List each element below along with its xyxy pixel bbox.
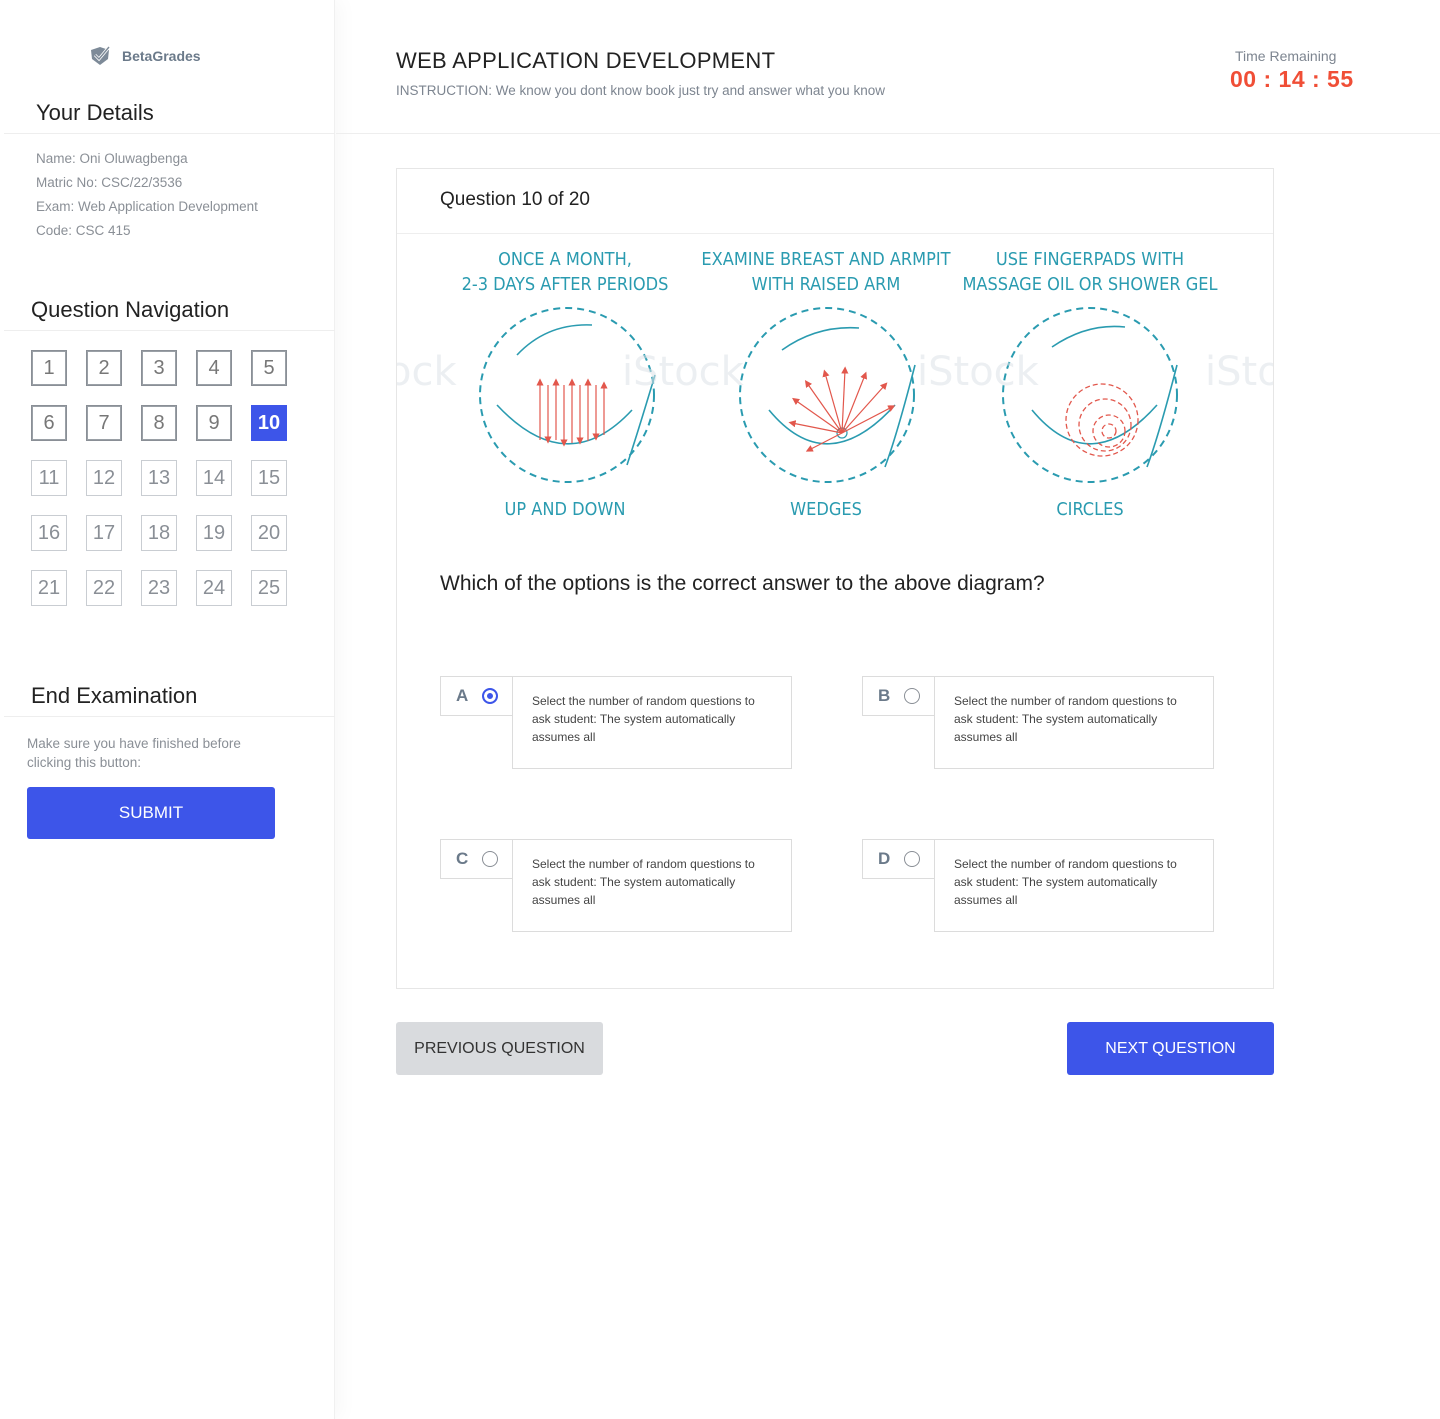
panel-3-caption: CIRCLES (1056, 499, 1123, 520)
option-text[interactable]: Select the number of random questions to… (934, 839, 1214, 932)
question-nav-item-7[interactable]: 7 (86, 405, 122, 441)
student-name: Name: Oni Oluwagbenga (36, 151, 188, 166)
option-text[interactable]: Select the number of random questions to… (512, 839, 792, 932)
question-nav-item-8[interactable]: 8 (141, 405, 177, 441)
option-letter: D (878, 849, 891, 868)
question-nav-item-19[interactable]: 19 (196, 515, 232, 551)
option-d-selector[interactable]: D (862, 839, 935, 879)
svg-text:iSto: iSto (1205, 349, 1273, 395)
end-exam-note: Make sure you have finished before click… (27, 736, 241, 770)
question-navigation-grid: 1 2 3 4 5 6 7 8 9 10 11 12 13 14 15 16 17 18 19 20 21 22 23 24 2… (31, 350, 291, 606)
question-nav-item-17[interactable]: 17 (86, 515, 122, 551)
question-nav-item-2[interactable]: 2 (86, 350, 122, 386)
question-nav-item-20[interactable]: 20 (251, 515, 287, 551)
question-nav-item-23[interactable]: 23 (141, 570, 177, 606)
option-letter: C (456, 849, 469, 868)
timer-label: Time Remaining (1235, 48, 1337, 64)
panel-2-caption: WEDGES (790, 499, 862, 520)
exam-title: WEB APPLICATION DEVELOPMENT (396, 48, 776, 73)
brand-name: BetaGrades (122, 48, 201, 64)
next-question-button[interactable]: NEXT QUESTION (1067, 1022, 1274, 1075)
student-code: Code: CSC 415 (36, 223, 131, 238)
question-nav-item-24[interactable]: 24 (196, 570, 232, 606)
student-exam: Exam: Web Application Development (36, 199, 258, 214)
panel-3-heading-2: MASSAGE OIL OR SHOWER GEL (962, 274, 1217, 295)
question-nav-item-14[interactable]: 14 (196, 460, 232, 496)
question-nav-item-18[interactable]: 18 (141, 515, 177, 551)
panel-1-heading-2: 2-3 DAYS AFTER PERIODS (462, 274, 669, 295)
option-c-selector[interactable]: C (440, 839, 513, 879)
divider (4, 330, 335, 331)
divider (336, 133, 1440, 134)
question-nav-item-13[interactable]: 13 (141, 460, 177, 496)
svg-text:iStock: iStock (917, 349, 1040, 395)
question-nav-item-9[interactable]: 9 (196, 405, 232, 441)
option-b[interactable]: B Select the number of random questions … (862, 676, 1214, 769)
option-text[interactable]: Select the number of random questions to… (934, 676, 1214, 769)
student-matric: Matric No: CSC/22/3536 (36, 175, 183, 190)
question-nav-item-6[interactable]: 6 (31, 405, 67, 441)
question-diagram: ONCE A MONTH, 2-3 DAYS AFTER PERIODS EXA… (397, 235, 1273, 523)
watermark: ock iStock iStock iSto (397, 349, 1273, 395)
timer: 00 : 14 : 55 (1230, 66, 1354, 92)
sidebar: BetaGrades Your Details Name: Oni Oluwag… (0, 0, 335, 1419)
panel-1-caption: UP AND DOWN (505, 499, 626, 520)
question-nav-item-4[interactable]: 4 (196, 350, 232, 386)
question-nav-item-11[interactable]: 11 (31, 460, 67, 496)
exam-instruction: INSTRUCTION: We know you dont know book … (396, 83, 885, 98)
divider (4, 716, 335, 717)
option-b-selector[interactable]: B (862, 676, 935, 716)
option-a-selector[interactable]: A (440, 676, 513, 716)
navigation-title: Question Navigation (31, 297, 230, 322)
radio-button[interactable] (482, 688, 498, 704)
question-nav-item-3[interactable]: 3 (141, 350, 177, 386)
student-details: Name: Oni Oluwagbenga Matric No: CSC/22/… (36, 147, 258, 243)
panel-3-heading-1: USE FINGERPADS WITH (996, 249, 1184, 270)
option-letter: A (456, 686, 469, 705)
panel-2-heading-1: EXAMINE BREAST AND ARMPIT (701, 249, 950, 270)
panel-1-illustration (479, 307, 656, 483)
option-letter: B (878, 686, 891, 705)
question-nav-item-15[interactable]: 15 (251, 460, 287, 496)
question-counter: Question 10 of 20 (440, 189, 590, 210)
radio-button[interactable] (482, 851, 498, 867)
option-d[interactable]: D Select the number of random questions … (862, 839, 1214, 932)
diagram-image: ONCE A MONTH, 2-3 DAYS AFTER PERIODS EXA… (397, 249, 1273, 520)
question-nav-item-21[interactable]: 21 (31, 570, 67, 606)
question-nav-item-22[interactable]: 22 (86, 570, 122, 606)
radio-button[interactable] (904, 851, 920, 867)
question-nav-item-16[interactable]: 16 (31, 515, 67, 551)
option-text[interactable]: Select the number of random questions to… (512, 676, 792, 769)
panel-2-heading-2: WITH RAISED ARM (752, 274, 901, 295)
svg-text:ock: ock (397, 349, 457, 395)
question-header: Question 10 of 20 (397, 169, 1273, 234)
details-title: Your Details (36, 100, 154, 125)
question-nav-item-1[interactable]: 1 (31, 350, 67, 386)
question-nav-item-5[interactable]: 5 (251, 350, 287, 386)
panel-1-heading-1: ONCE A MONTH, (498, 249, 632, 270)
brand-logo: BetaGrades (88, 44, 201, 68)
previous-question-button[interactable]: PREVIOUS QUESTION (396, 1022, 603, 1075)
question-text: Which of the options is the correct answ… (440, 572, 1045, 595)
radio-button[interactable] (904, 688, 920, 704)
end-exam-title: End Examination (31, 683, 198, 708)
panel-3-illustration (1002, 307, 1178, 483)
question-nav-item-12[interactable]: 12 (86, 460, 122, 496)
svg-text:iStock: iStock (622, 349, 745, 395)
submit-button[interactable]: SUBMIT (27, 787, 275, 839)
option-c[interactable]: C Select the number of random questions … (440, 839, 792, 932)
question-nav-item-10[interactable]: 10 (251, 405, 287, 441)
divider (4, 133, 335, 134)
question-card: Question 10 of 20 ONCE A MONTH, 2-3 DAYS… (396, 168, 1274, 989)
question-nav-item-25[interactable]: 25 (251, 570, 287, 606)
check-shield-icon (91, 46, 111, 65)
option-a[interactable]: A Select the number of random questions … (440, 676, 792, 769)
panel-2-illustration (739, 307, 916, 483)
